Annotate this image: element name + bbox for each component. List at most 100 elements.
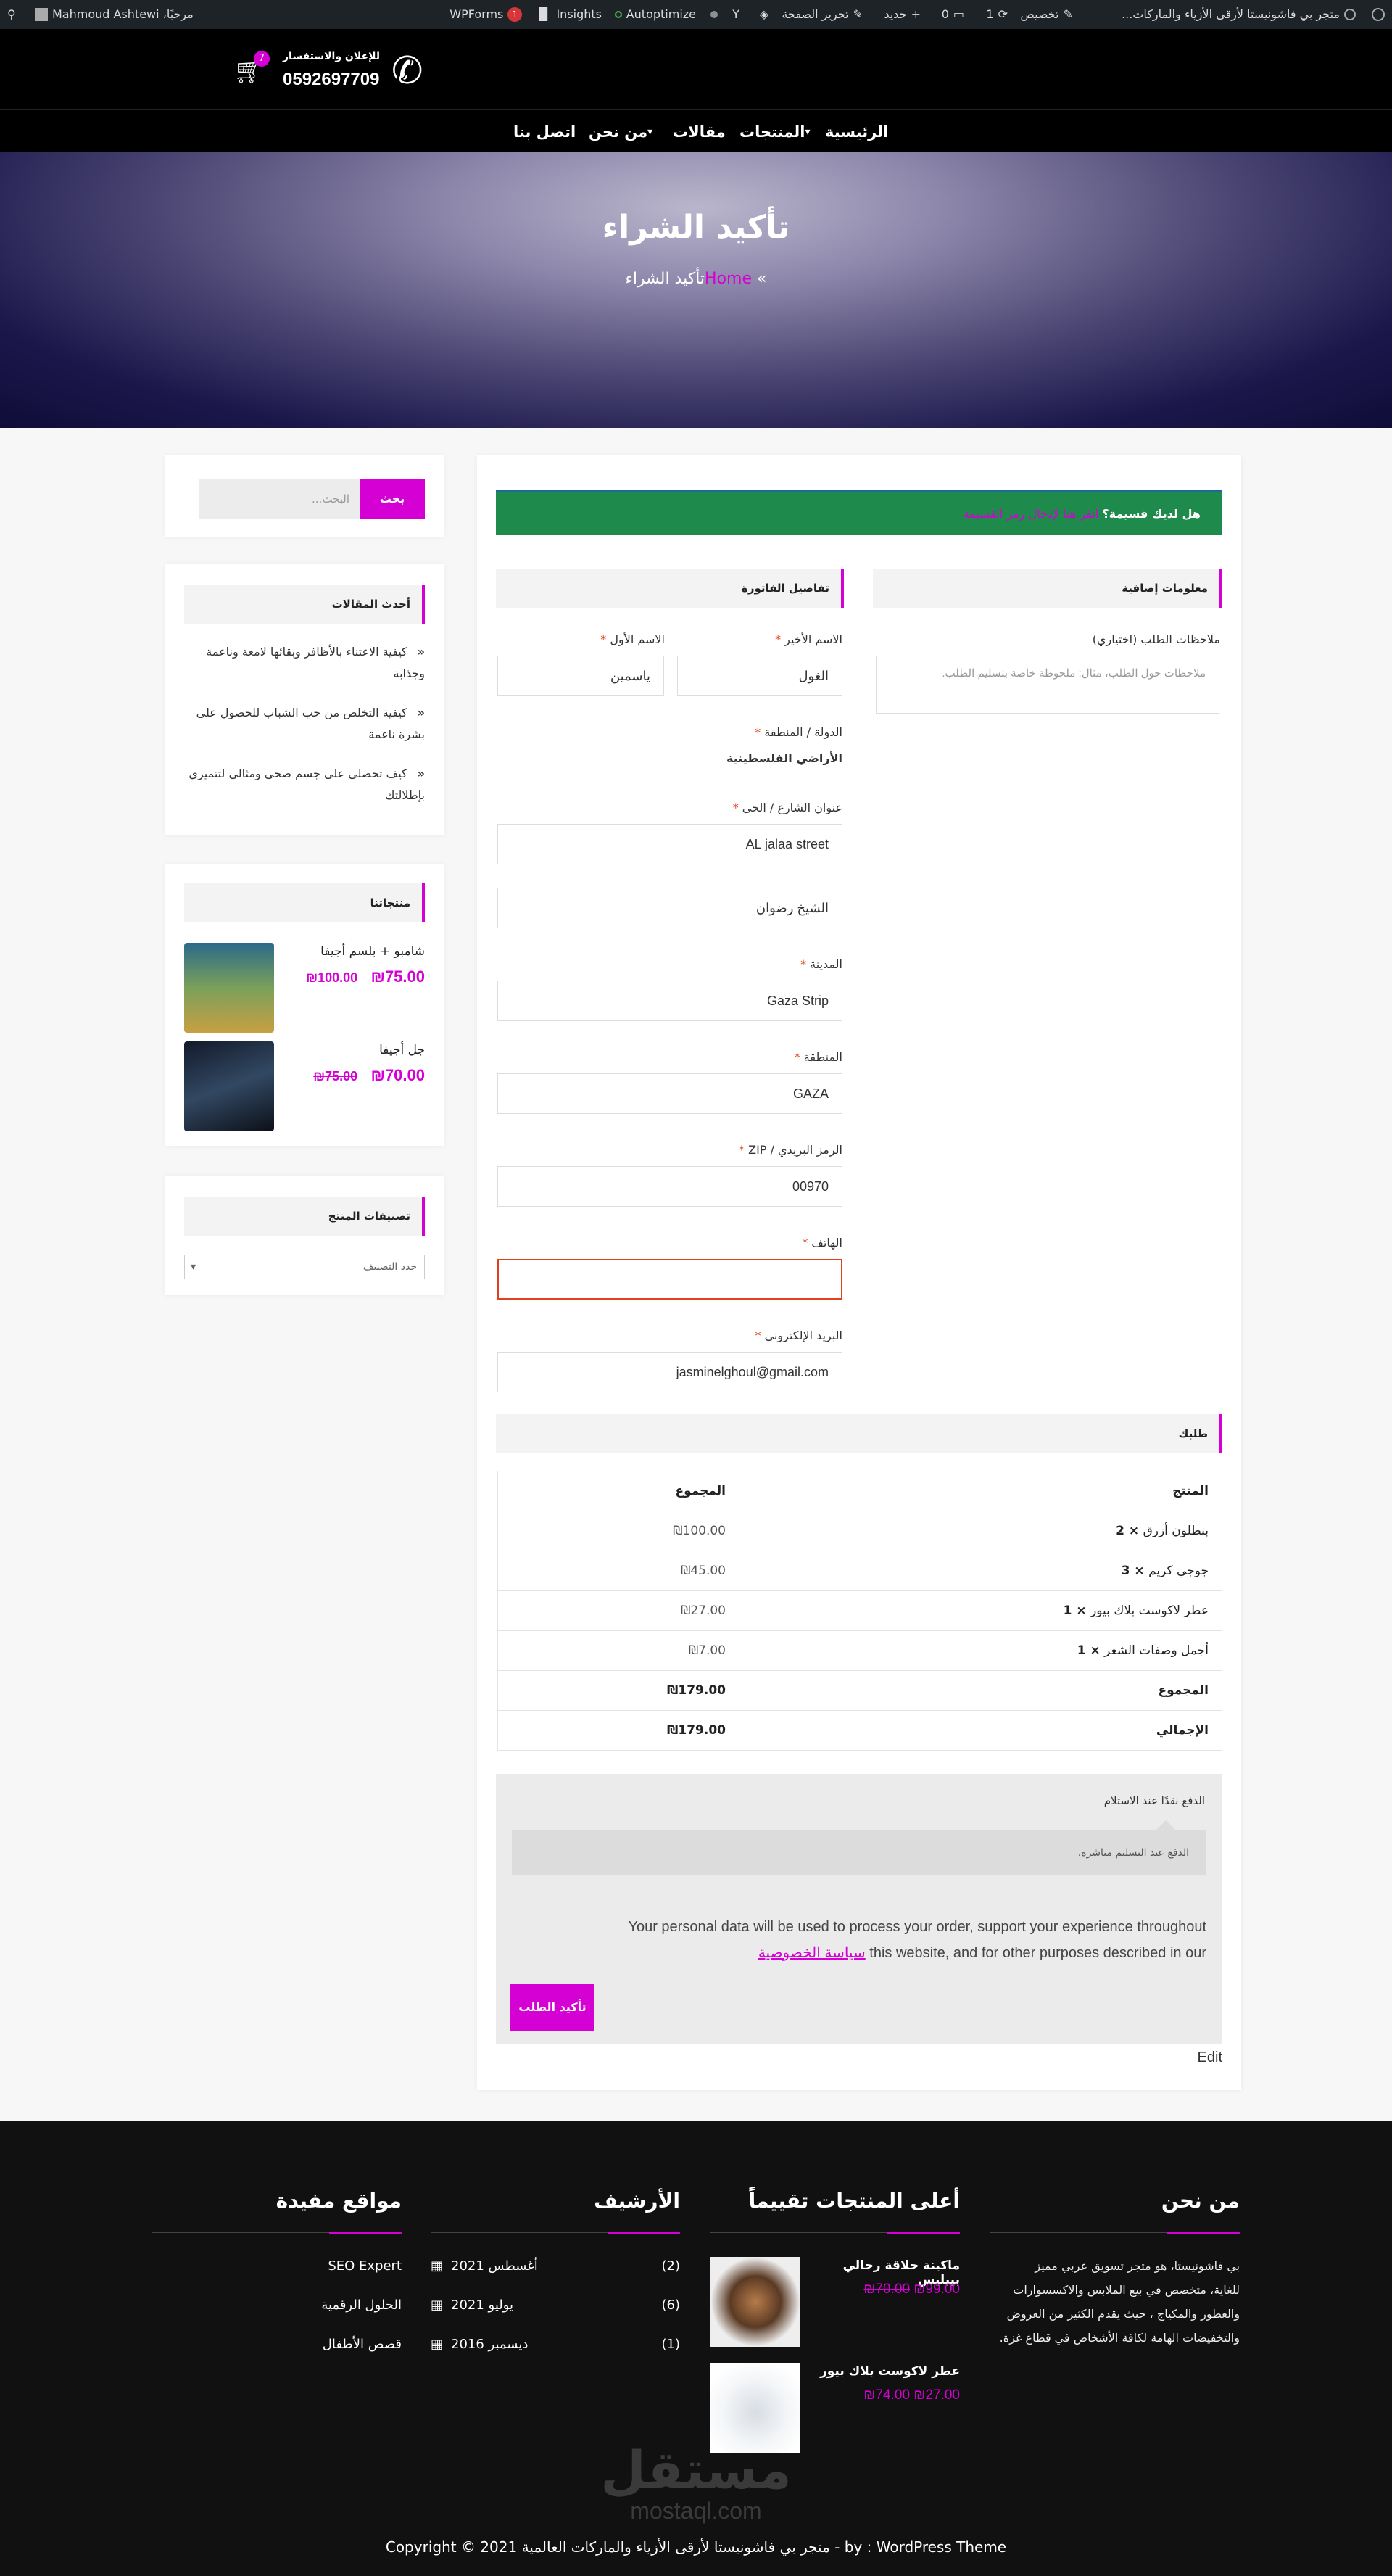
chevron-down-icon: ▾ xyxy=(191,1261,196,1273)
admin-new[interactable]: جديد + xyxy=(884,0,921,29)
brush-icon: ✎ xyxy=(1063,7,1073,21)
product-name[interactable]: عطر لاكوست بلاك بيور xyxy=(809,2364,960,2379)
payment-method-label[interactable]: الدفع نقدًا عند الاستلام xyxy=(1104,1794,1205,1807)
product-image[interactable] xyxy=(184,1041,274,1131)
phone-input[interactable] xyxy=(497,1259,842,1300)
categories-select[interactable]: حدد التصنيف ▾ xyxy=(184,1255,425,1279)
wordpress-logo-icon[interactable] xyxy=(1372,0,1385,29)
col-product: المنتج xyxy=(739,1471,1222,1511)
place-order-button[interactable]: تأكيد الطلب xyxy=(510,1984,594,2031)
footer-link[interactable]: الحلول الرقمية xyxy=(152,2298,402,2313)
city-input[interactable]: Gaza Strip xyxy=(497,981,842,1021)
list-item[interactable]: «كيفية الاعتناء بالأظافر وبقائها لامعة و… xyxy=(184,641,425,685)
table-row: أجمل وصفات الشعر × 1 ₪7.00 xyxy=(497,1630,1222,1671)
admin-site-title[interactable]: متجر بي فاشونيستا لأرقى الأزياء والماركا… xyxy=(1122,0,1356,29)
admin-autoptimize[interactable]: Autoptimize xyxy=(614,0,696,29)
list-item[interactable]: «كيفية التخلص من حب الشباب للحصول على بشر… xyxy=(184,702,425,746)
last-name-input[interactable]: الغول xyxy=(677,656,842,696)
footer-about-heading: من نحن xyxy=(1161,2189,1240,2213)
pencil-icon: ✎ xyxy=(853,7,863,21)
updates-icon: ⟳ xyxy=(998,7,1008,21)
product-name[interactable]: جل أجيفا xyxy=(283,1043,425,1057)
admin-customize[interactable]: تخصيص ✎ xyxy=(1021,0,1074,29)
archive-item[interactable]: ▦ يوليو 2021 (6) xyxy=(431,2298,680,2319)
calendar-icon: ▦ xyxy=(431,2298,444,2313)
autoptimize-status-icon xyxy=(614,11,622,18)
zip-input[interactable]: 00970 xyxy=(497,1166,842,1207)
order-heading: طلبك xyxy=(496,1414,1222,1453)
product-image[interactable] xyxy=(184,943,274,1033)
email-input[interactable]: jasminelghoul@gmail.com xyxy=(497,1352,842,1392)
street-input[interactable]: AL jalaa street xyxy=(497,824,842,864)
yoast-icon: Y xyxy=(732,7,740,21)
page-title: تأكيد الشراء xyxy=(602,209,790,246)
subtotal-row: المجموع ₪179.00 xyxy=(497,1670,1222,1711)
breadcrumb-separator: » xyxy=(757,270,767,288)
calendar-icon: ▦ xyxy=(431,2337,444,2352)
products-heading: منتجاتنا xyxy=(184,883,425,922)
country-value: الأراضي الفلسطينية xyxy=(726,751,842,765)
chevron-down-icon: ▾ xyxy=(805,126,811,138)
archive-item[interactable]: ▦ ديسمبر 2016 (1) xyxy=(431,2337,680,2358)
cart-count-badge: 7 xyxy=(254,51,270,67)
admin-wpforms[interactable]: WPForms 1 xyxy=(450,0,522,29)
calendar-icon: ▦ xyxy=(431,2258,444,2274)
archive-item[interactable]: ▦ أغسطس 2021 (2) xyxy=(431,2258,680,2280)
nav-item-products[interactable]: المنتجات ▾ xyxy=(740,110,813,154)
edit-link[interactable]: Edit xyxy=(1160,2049,1222,2066)
nav-item-home[interactable]: الرئيسية xyxy=(825,110,888,154)
region-label: المنطقة * xyxy=(794,1050,842,1064)
street2-input[interactable]: الشيخ رضوان xyxy=(497,888,842,928)
footer-link[interactable]: SEO Expert xyxy=(152,2258,402,2274)
product-price: ₪75.00 ₪70.00 xyxy=(313,1066,425,1084)
search-input[interactable]: البحث... xyxy=(199,479,360,519)
order-notes-textarea[interactable]: ملاحظات حول الطلب، مثال: ملحوظة خاصة بتس… xyxy=(876,656,1219,714)
double-arrow-icon: « xyxy=(417,767,425,780)
admin-comments[interactable]: 0 ▭ xyxy=(942,0,964,29)
product-name[interactable]: شامبو + بلسم أجيفا xyxy=(283,944,425,959)
nav-item-contact[interactable]: اتصل بنا xyxy=(513,110,576,154)
comment-icon: ▭ xyxy=(953,7,964,21)
nav-item-about[interactable]: من نحن ▾ xyxy=(589,110,655,154)
bar-chart-icon: ▐▌ xyxy=(534,7,552,21)
plus-icon: + xyxy=(911,7,921,21)
product-image[interactable] xyxy=(710,2257,800,2347)
payment-pointer xyxy=(1156,1820,1176,1830)
admin-plugin-icon[interactable]: ◈ xyxy=(760,0,768,29)
watermark-url: mostaql.com xyxy=(630,2498,762,2524)
privacy-text-1: Your personal data will be used to proce… xyxy=(628,1919,1206,1935)
footer-about-text: بي فاشونيستا، هو متجر تسويق عربي مميز لل… xyxy=(999,2259,1240,2345)
footer-link[interactable]: قصص الأطفال xyxy=(152,2337,402,2352)
phone-icon: ✆ xyxy=(392,49,423,93)
diamond-icon: ◈ xyxy=(759,7,768,21)
coupon-link[interactable]: انقر هنا لإدخال رمز القسيمة xyxy=(964,507,1098,521)
admin-user[interactable]: مرحبًا، Mahmoud Ashtewi xyxy=(35,0,194,29)
list-item[interactable]: «كيف تحصلي على جسم صحي ومثالي لتتميزي بإط… xyxy=(184,763,425,806)
main-nav: الرئيسية المنتجات ▾ مقالات من نحن ▾ اتصل ب… xyxy=(0,109,1392,152)
footer-archive-heading: الأرشيف xyxy=(594,2189,680,2213)
region-input[interactable]: GAZA xyxy=(497,1073,842,1114)
first-name-input[interactable]: ياسمين xyxy=(497,656,664,696)
admin-search-icon[interactable]: ⚲ xyxy=(7,0,16,29)
total-row: الإجمالي ₪179.00 xyxy=(497,1710,1222,1751)
avatar xyxy=(35,8,48,21)
breadcrumb-home[interactable]: Home xyxy=(705,270,752,288)
product-price: ₪70.00 ₪99.00 xyxy=(863,2282,960,2297)
privacy-policy-link[interactable]: سياسة الخصوصية xyxy=(758,1945,866,1961)
first-name-label: الاسم الأول * xyxy=(600,632,665,646)
header-phone[interactable]: 0592697709 xyxy=(283,70,379,90)
home-icon xyxy=(1344,9,1356,20)
city-label: المدينة * xyxy=(800,957,842,971)
admin-edit-page[interactable]: تحرير الصفحة ✎ xyxy=(782,0,863,29)
table-row: عطر لاكوست بلاك بيور × 1 ₪27.00 xyxy=(497,1590,1222,1631)
chevron-down-icon: ▾ xyxy=(647,126,653,138)
last-name-label: الاسم الأخير * xyxy=(775,632,842,646)
admin-insights[interactable]: ▐▌ Insights xyxy=(534,0,602,29)
admin-updates[interactable]: 1 ⟳ xyxy=(986,0,1008,29)
coupon-notice: هل لديك قسيمة؟ انقر هنا لإدخال رمز القسي… xyxy=(496,490,1222,535)
admin-yoast-icon[interactable]: Y xyxy=(732,0,740,29)
admin-bar: متجر بي فاشونيستا لأرقى الأزياء والماركا… xyxy=(0,0,1392,29)
search-button[interactable]: بحث xyxy=(360,479,425,519)
order-table: المنتج المجموع بنطلون أزرق × 2 ₪100.00 ج… xyxy=(497,1471,1222,1751)
nav-item-articles[interactable]: مقالات xyxy=(673,110,726,154)
